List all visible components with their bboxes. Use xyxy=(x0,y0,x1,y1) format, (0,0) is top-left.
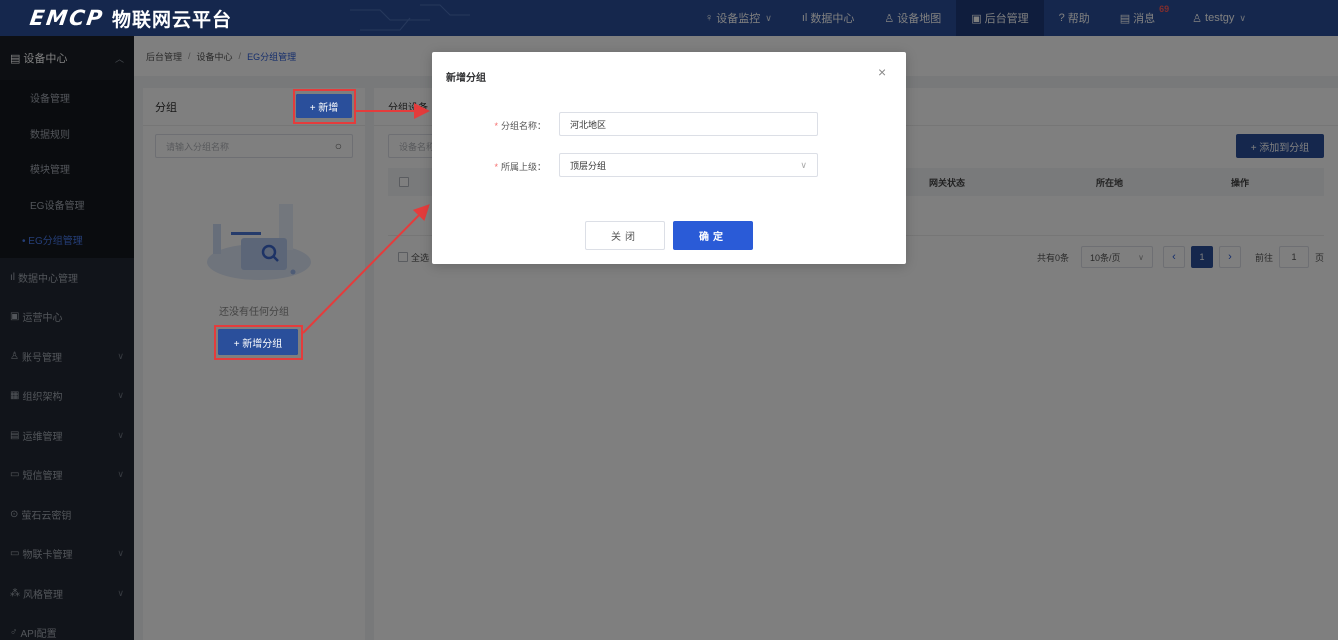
logo-mark: EMCP xyxy=(28,6,106,30)
parent-group-label-text: 所属上级： xyxy=(500,162,546,172)
dialog-title: 新增分组 xyxy=(446,73,486,84)
chevron-down-icon: ∨ xyxy=(800,159,807,170)
annotation-box-add xyxy=(293,89,356,124)
parent-group-value: 顶层分组 xyxy=(570,160,607,171)
logo[interactable]: EMCP 物联网云平台 xyxy=(0,0,232,36)
annotation-box-add-group xyxy=(214,325,303,360)
close-button[interactable]: 关闭 xyxy=(585,221,665,250)
required-mark: * xyxy=(494,121,498,131)
confirm-button[interactable]: 确定 xyxy=(673,221,753,250)
parent-group-label: * 所属上级： xyxy=(432,160,546,173)
group-name-input[interactable]: 河北地区 xyxy=(559,112,818,136)
close-icon[interactable]: × xyxy=(878,64,886,80)
group-name-label: * 分组名称： xyxy=(432,119,546,132)
group-name-value: 河北地区 xyxy=(570,119,607,130)
required-mark: * xyxy=(494,162,498,172)
parent-group-select[interactable]: 顶层分组 ∨ xyxy=(559,153,818,177)
platform-name: 物联网云平台 xyxy=(112,9,233,31)
group-name-label-text: 分组名称： xyxy=(500,121,546,131)
add-group-dialog: 新增分组 × * 分组名称： 河北地区 * 所属上级： 顶层分组 ∨ 关闭 确定 xyxy=(432,52,906,264)
